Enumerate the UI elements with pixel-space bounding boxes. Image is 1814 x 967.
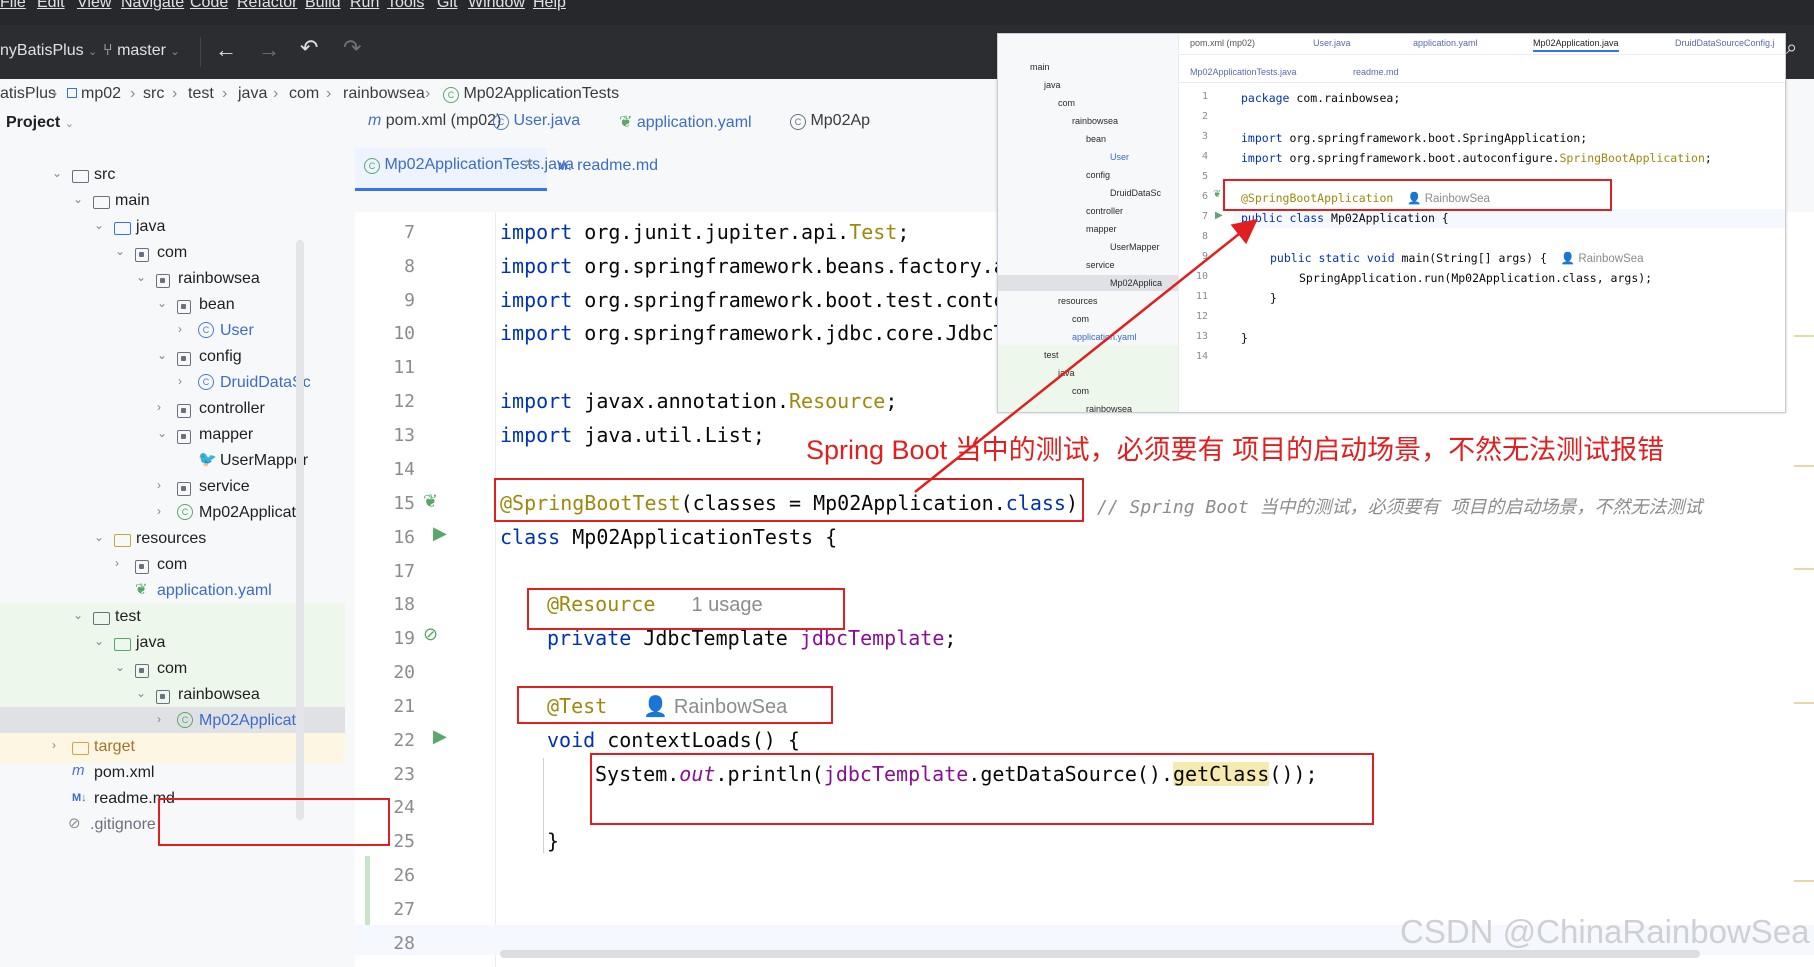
arrow-line <box>914 218 1258 493</box>
annotation-arrow <box>914 218 1258 493</box>
watermark: CSDN @ChinaRainbowSea <box>1400 913 1810 950</box>
